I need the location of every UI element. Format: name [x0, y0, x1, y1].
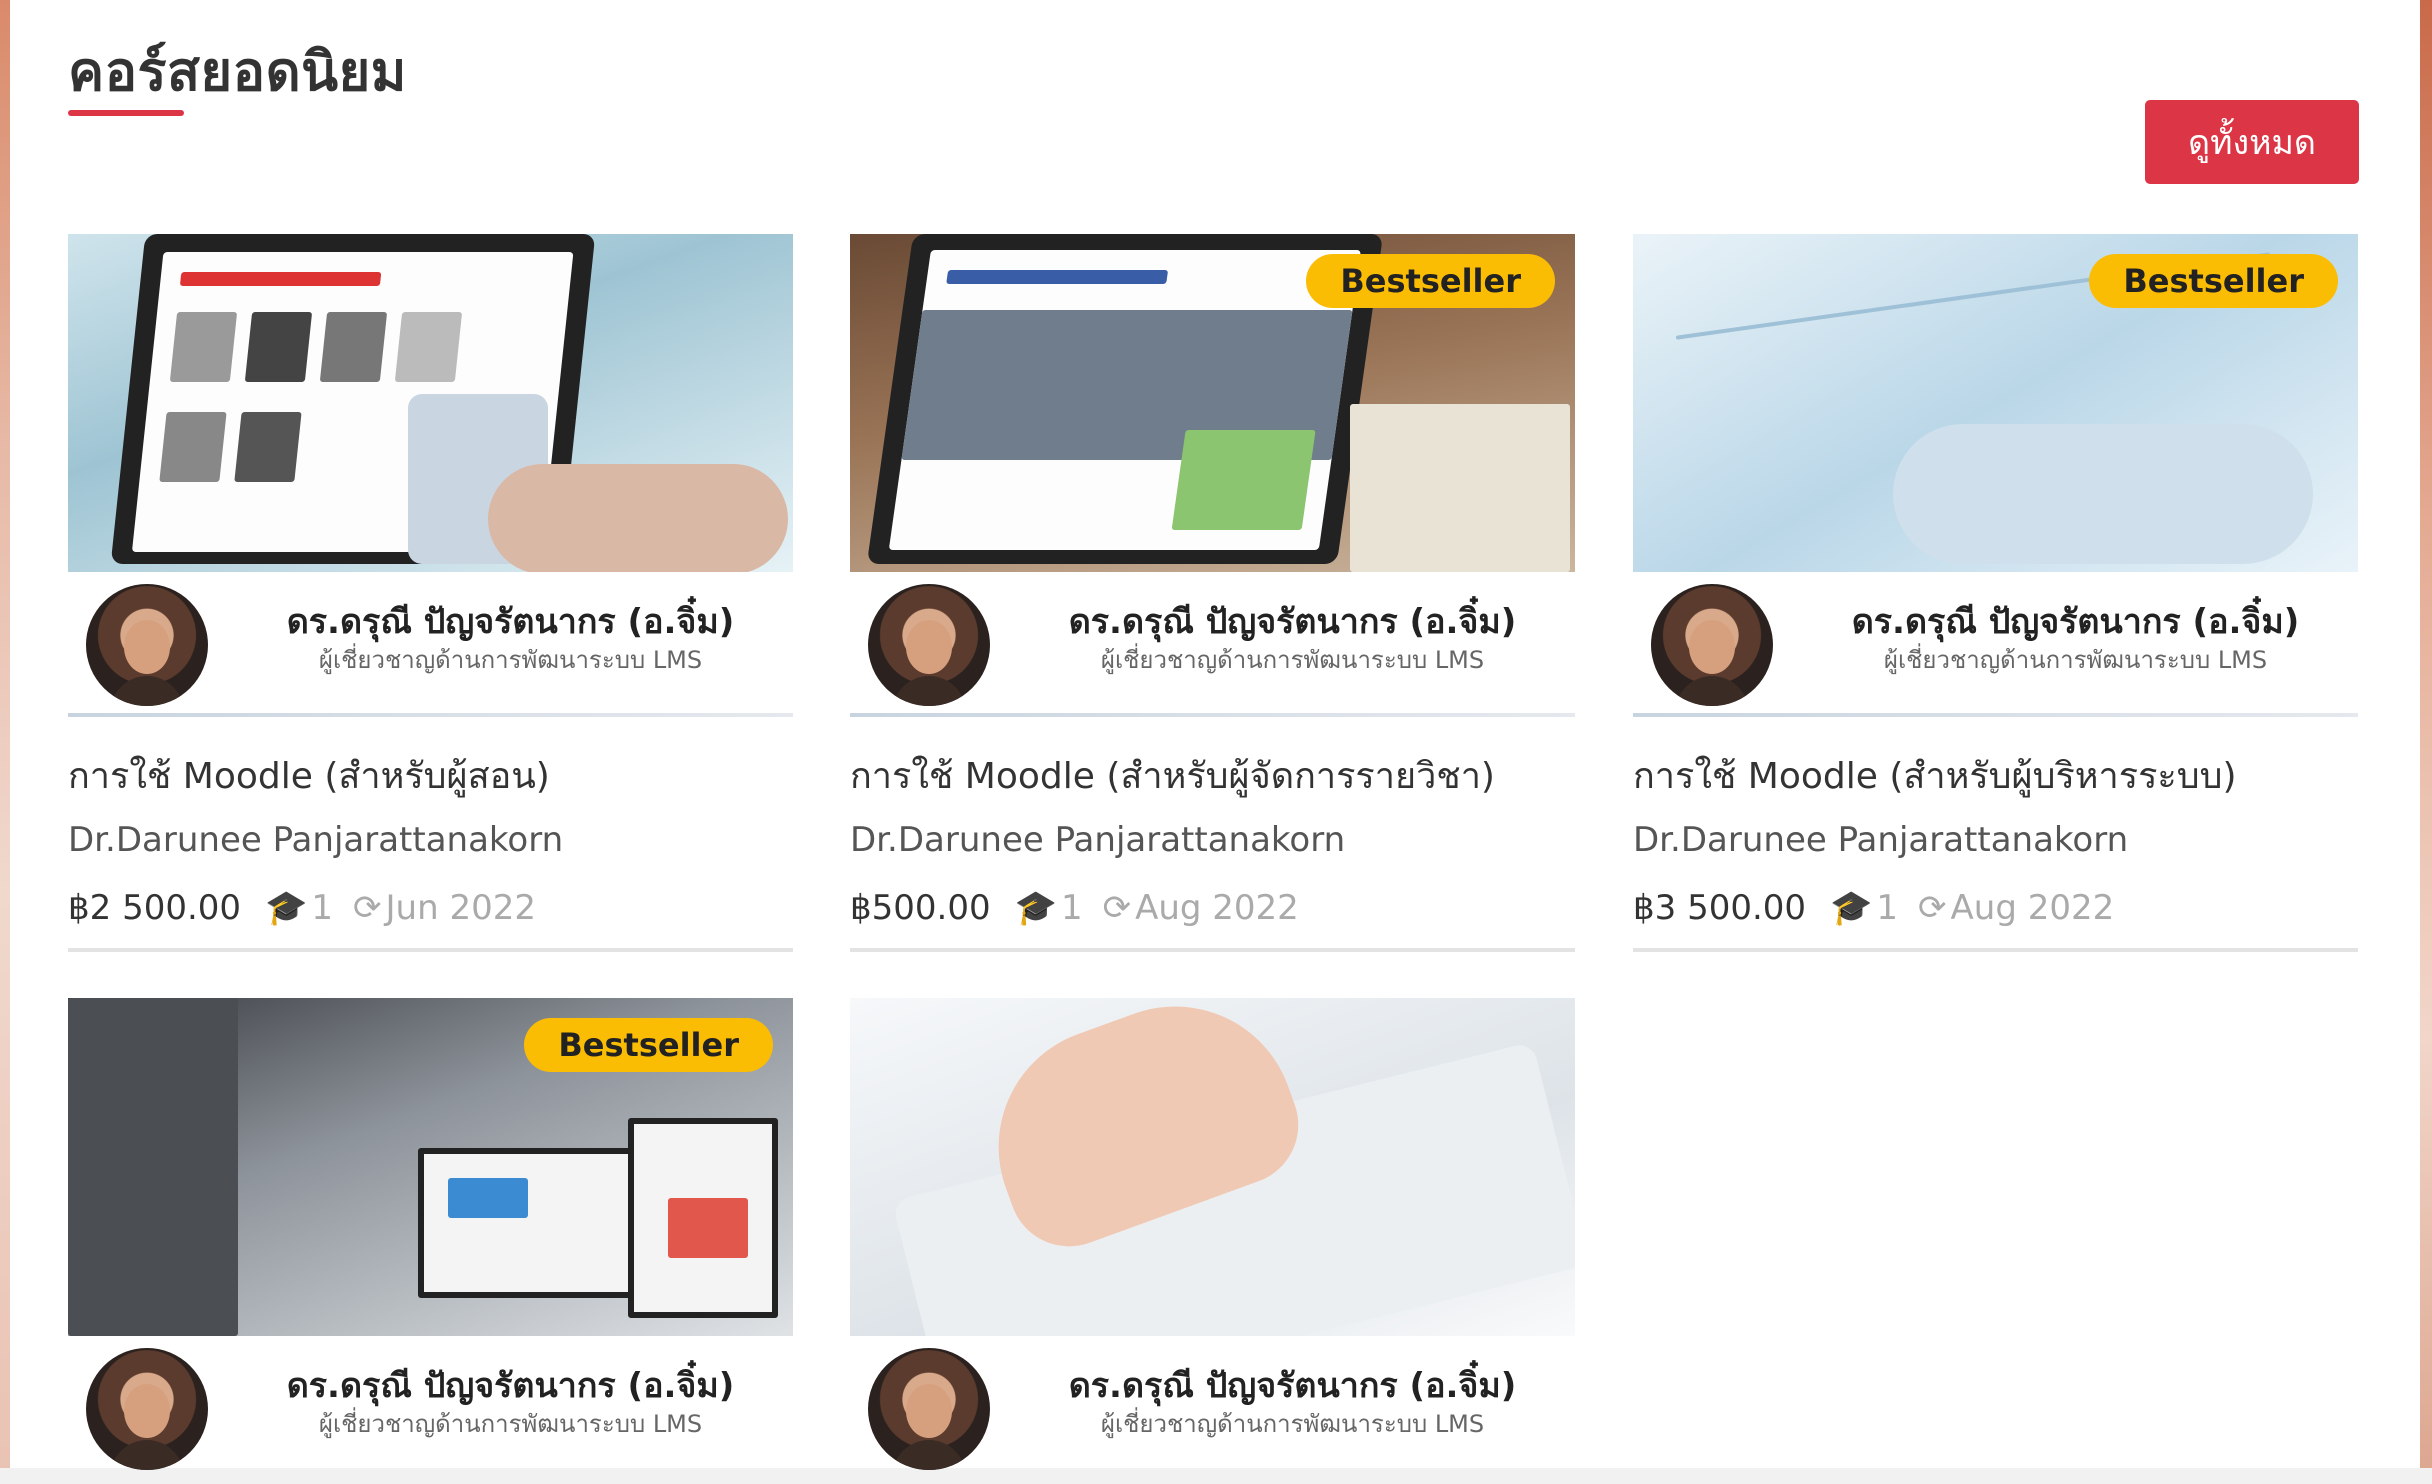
- instructor-row: ดร.ดรุณี ปัญจรัตนากร (อ.จิ๋ม) ผู้เชี่ยวช…: [68, 1336, 793, 1481]
- instructor-avatar: [86, 584, 208, 706]
- student-count: 1: [1876, 888, 1899, 928]
- section-title: คอร์สยอดนิยม: [68, 40, 407, 103]
- divider: [1633, 713, 2358, 717]
- bestseller-badge: Bestseller: [1306, 254, 1555, 308]
- course-author: Dr.Darunee Panjarattanakorn: [850, 820, 1346, 860]
- course-price: ฿2 500.00: [68, 888, 242, 928]
- course-title[interactable]: การใช้ Moodle (สำหรับผู้บริหารระบบ): [1633, 747, 2358, 804]
- view-all-button[interactable]: ดูทั้งหมด: [2145, 100, 2359, 184]
- refresh-icon: ⟳: [1102, 888, 1132, 928]
- graduation-cap-icon: 🎓: [265, 888, 308, 928]
- instructor-avatar: [86, 1348, 208, 1470]
- background-edge-left: [0, 0, 10, 1484]
- course-meta: ฿500.00 🎓 1 ⟳ Aug 2022: [850, 888, 1575, 928]
- updated-date: Jun 2022: [385, 888, 536, 928]
- instructor-avatar: [868, 584, 990, 706]
- updated-date: Aug 2022: [1135, 888, 1299, 928]
- instructor-avatar: [868, 1348, 990, 1470]
- instructor-row: ดร.ดรุณี ปัญจรัตนากร (อ.จิ๋ม) ผู้เชี่ยวช…: [68, 572, 793, 717]
- course-thumbnail[interactable]: Bestseller: [68, 998, 793, 1336]
- course-title[interactable]: การใช้ Moodle (สำหรับผู้จัดการรายวิชา): [850, 747, 1575, 804]
- student-count: 1: [311, 888, 334, 928]
- instructor-role: ผู้เชี่ยวชาญด้านการพัฒนาระบบ LMS: [318, 1410, 703, 1438]
- student-count: 1: [1060, 888, 1083, 928]
- card-bottom-border: [1633, 948, 2358, 952]
- course-card[interactable]: Bestseller ดร.ดรุณี ปัญจรัตนากร (อ.จิ๋ม)…: [68, 998, 793, 1481]
- divider: [68, 713, 793, 717]
- instructor-avatar: [1651, 584, 1773, 706]
- card-bottom-border: [850, 948, 1575, 952]
- card-bottom-border: [68, 948, 793, 952]
- course-card[interactable]: Bestseller ดร.ดรุณี ปัญจรัตนากร (อ.จิ๋ม)…: [1633, 234, 2358, 952]
- course-author: Dr.Darunee Panjarattanakorn: [1633, 820, 2129, 860]
- course-thumbnail[interactable]: Bestseller: [1633, 234, 2358, 572]
- course-title[interactable]: การใช้ Moodle (สำหรับผู้สอน): [68, 747, 793, 804]
- page: คอร์สยอดนิยม ดูทั้งหมด ดร.ดรุณี ปัญจรัตน…: [0, 0, 2432, 1484]
- instructor-role: ผู้เชี่ยวชาญด้านการพัฒนาระบบ LMS: [1883, 646, 2268, 674]
- course-card[interactable]: Bestseller ดร.ดรุณี ปัญจรัตนากร (อ.จิ๋ม)…: [850, 234, 1575, 952]
- instructor-role: ผู้เชี่ยวชาญด้านการพัฒนาระบบ LMS: [1100, 1410, 1485, 1438]
- course-card[interactable]: ดร.ดรุณี ปัญจรัตนากร (อ.จิ๋ม) ผู้เชี่ยวช…: [850, 998, 1575, 1481]
- divider: [850, 713, 1575, 717]
- instructor-row: ดร.ดรุณี ปัญจรัตนากร (อ.จิ๋ม) ผู้เชี่ยวช…: [850, 572, 1575, 717]
- course-meta: ฿3 500.00 🎓 1 ⟳ Aug 2022: [1633, 888, 2358, 928]
- refresh-icon: ⟳: [1918, 888, 1947, 928]
- instructor-row: ดร.ดรุณี ปัญจรัตนากร (อ.จิ๋ม) ผู้เชี่ยวช…: [850, 1336, 1575, 1481]
- course-author: Dr.Darunee Panjarattanakorn: [68, 820, 564, 860]
- course-price: ฿3 500.00: [1633, 888, 1807, 928]
- course-thumbnail[interactable]: Bestseller: [850, 234, 1575, 572]
- graduation-cap-icon: 🎓: [1014, 888, 1057, 928]
- updated-date: Aug 2022: [1950, 888, 2115, 928]
- bestseller-badge: Bestseller: [524, 1018, 773, 1072]
- instructor-role: ผู้เชี่ยวชาญด้านการพัฒนาระบบ LMS: [318, 646, 703, 674]
- graduation-cap-icon: 🎓: [1830, 888, 1873, 928]
- instructor-row: ดร.ดรุณี ปัญจรัตนากร (อ.จิ๋ม) ผู้เชี่ยวช…: [1633, 572, 2358, 717]
- course-price: ฿500.00: [850, 888, 991, 928]
- bestseller-badge: Bestseller: [2089, 254, 2338, 308]
- course-meta: ฿2 500.00 🎓 1 ⟳ Jun 2022: [68, 888, 793, 928]
- instructor-role: ผู้เชี่ยวชาญด้านการพัฒนาระบบ LMS: [1100, 646, 1485, 674]
- course-thumbnail[interactable]: [68, 234, 793, 572]
- refresh-icon: ⟳: [353, 888, 382, 928]
- title-underline: [68, 110, 184, 116]
- course-thumbnail[interactable]: [850, 998, 1575, 1336]
- course-card[interactable]: ดร.ดรุณี ปัญจรัตนากร (อ.จิ๋ม) ผู้เชี่ยวช…: [68, 234, 793, 952]
- background-edge-right: [2420, 0, 2432, 1484]
